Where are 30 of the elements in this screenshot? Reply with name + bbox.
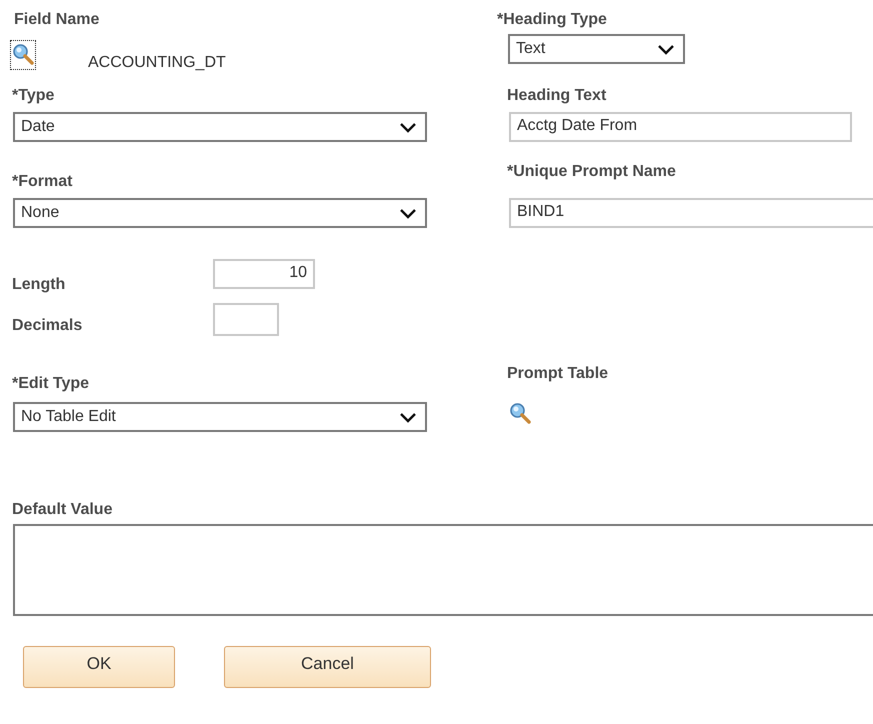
field-label: *Heading Type	[497, 11, 607, 28]
field-label: Length	[12, 275, 66, 295]
field-label: *Unique Prompt Name	[507, 163, 676, 180]
input-field[interactable]: BIND1	[509, 198, 873, 228]
chevron-icon	[657, 44, 675, 54]
dropdown[interactable]: Text	[508, 34, 685, 64]
chevron-icon	[399, 412, 417, 422]
field-label: Field Name	[14, 11, 100, 28]
dropdown[interactable]: None	[13, 198, 427, 228]
chevron-icon	[399, 122, 417, 132]
dropdown[interactable]: No Table Edit	[13, 402, 427, 432]
dialog-button[interactable]: OK	[23, 646, 175, 688]
chevron-icon	[399, 208, 417, 218]
field-label: *Edit Type	[12, 375, 90, 392]
search-icon[interactable]	[12, 43, 34, 65]
text-area[interactable]	[13, 524, 873, 616]
search-icon[interactable]	[509, 402, 531, 424]
field-value: ACCOUNTING_DT	[88, 54, 226, 72]
input-field[interactable]	[213, 303, 279, 336]
field-label: Default Value	[12, 501, 112, 518]
dropdown[interactable]: Date	[13, 112, 427, 142]
field-label: Prompt Table	[507, 365, 608, 382]
field-label: *Type	[12, 87, 54, 104]
lookup-button[interactable]	[10, 40, 36, 70]
field-label: Heading Text	[507, 87, 606, 104]
input-field[interactable]: Acctg Date From	[509, 112, 852, 142]
field-label: Decimals	[12, 316, 84, 336]
dialog-button[interactable]: Cancel	[224, 646, 431, 688]
input-field[interactable]: 10	[213, 259, 315, 289]
field-label: *Format	[12, 173, 72, 190]
